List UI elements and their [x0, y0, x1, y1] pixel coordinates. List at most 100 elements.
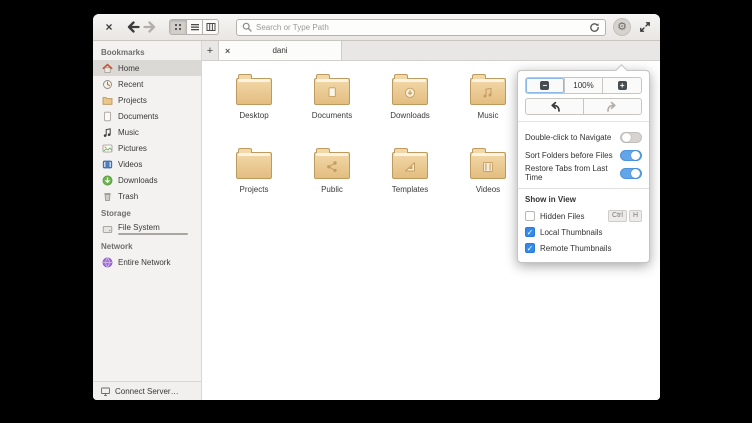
show-in-view-header: Show in View	[525, 195, 576, 204]
new-tab-button[interactable]: +	[202, 41, 218, 60]
settings-gear-button[interactable]: ⚙	[613, 18, 631, 36]
file-system-label-wrap: File System	[118, 223, 188, 235]
file-item-downloads[interactable]: Downloads	[373, 73, 447, 137]
disk-usage-bar	[118, 233, 188, 235]
check-row-local-thumbnails[interactable]: ✓ Local Thumbnails	[525, 224, 642, 240]
zoom-in-button[interactable]: +	[602, 78, 641, 93]
sidebar-item-label: Documents	[118, 111, 159, 121]
zoom-out-button[interactable]: −	[526, 78, 564, 93]
folder-icon	[236, 74, 272, 105]
window-close-button[interactable]: ×	[102, 20, 116, 34]
refresh-icon[interactable]	[589, 22, 600, 33]
restore-tabs-toggle[interactable]	[620, 167, 642, 179]
sidebar-item-projects[interactable]: Projects	[93, 92, 201, 108]
file-item-documents[interactable]: Documents	[295, 73, 369, 137]
file-label: Videos	[475, 185, 501, 194]
toggle-row-sort-folders[interactable]: Sort Folders before Files	[525, 146, 642, 164]
sort-folders-toggle[interactable]	[620, 149, 642, 161]
file-item-videos[interactable]: Videos	[451, 147, 525, 211]
home-icon	[102, 63, 113, 73]
folder-public-icon	[314, 148, 350, 179]
toggle-label: Sort Folders before Files	[525, 150, 613, 160]
file-label: Projects	[239, 185, 269, 194]
folder-downloads-icon	[392, 74, 428, 105]
list-view-button[interactable]	[186, 20, 202, 34]
sidebar-item-videos[interactable]: Videos	[93, 156, 201, 172]
sidebar-item-entire-network[interactable]: Entire Network	[93, 254, 201, 270]
sidebar-item-recent[interactable]: Recent	[93, 76, 201, 92]
fullscreen-button[interactable]	[639, 21, 651, 33]
toggle-row-double-click[interactable]: Double-click to Navigate	[525, 128, 642, 146]
local-thumbnails-checkbox[interactable]: ✓	[525, 227, 535, 237]
double-click-toggle[interactable]	[620, 131, 642, 143]
folder-videos-icon	[470, 148, 506, 179]
toolbar: × Search or Type Path ⚙	[93, 14, 660, 41]
window-body: Bookmarks Home Recent Projects Documents…	[93, 41, 660, 400]
sidebar-header-network: Network	[101, 242, 133, 251]
folder-music-icon	[470, 74, 506, 105]
check-row-hidden-files[interactable]: ✓ Hidden Files Ctrl H	[525, 208, 642, 224]
file-item-projects[interactable]: Projects	[217, 147, 291, 211]
sidebar-item-label: Recent	[118, 79, 144, 89]
file-item-public[interactable]: Public	[295, 147, 369, 211]
zoom-level[interactable]: 100%	[563, 78, 603, 93]
search-bar[interactable]	[236, 18, 606, 36]
sidebar-item-documents[interactable]: Documents	[93, 108, 201, 124]
hidden-files-checkbox[interactable]: ✓	[525, 211, 535, 221]
folder-documents-icon	[314, 74, 350, 105]
settings-popover: − 100% + Double-click to Navigate Sort F…	[517, 70, 650, 263]
tab-close-icon[interactable]: ×	[225, 46, 235, 56]
view-switcher	[169, 19, 219, 35]
file-label: Documents	[311, 111, 353, 120]
search-input[interactable]	[256, 22, 585, 32]
sidebar-item-downloads[interactable]: Downloads	[93, 172, 201, 188]
zoom-in-icon: +	[617, 81, 627, 90]
check-row-remote-thumbnails[interactable]: ✓ Remote Thumbnails	[525, 240, 642, 256]
toggle-knob	[631, 150, 640, 160]
file-label: Downloads	[390, 111, 430, 120]
gear-icon: ⚙	[617, 20, 627, 33]
check-icon: ✓	[526, 243, 534, 253]
shortcut-badges: Ctrl H	[608, 210, 642, 222]
sidebar-header-bookmarks: Bookmarks	[101, 48, 145, 57]
sidebar-item-trash[interactable]: Trash	[93, 188, 201, 204]
file-item-templates[interactable]: Templates	[373, 147, 447, 211]
file-item-desktop[interactable]: Desktop	[217, 73, 291, 137]
sidebar-item-label: Entire Network	[118, 257, 171, 267]
column-view-button[interactable]	[202, 20, 218, 34]
expand-icon	[640, 22, 650, 32]
grid-view-button[interactable]	[170, 20, 186, 34]
sidebar-item-music[interactable]: Music	[93, 124, 201, 140]
sidebar-scroll: Bookmarks Home Recent Projects Documents…	[93, 41, 201, 381]
sidebar-item-home[interactable]: Home	[93, 60, 201, 76]
sidebar-item-label: Home	[118, 63, 140, 73]
sidebar-item-label: Videos	[118, 159, 143, 169]
zoom-control: − 100% +	[525, 77, 642, 94]
back-button[interactable]	[123, 21, 141, 33]
undo-button[interactable]	[526, 99, 583, 114]
checkbox-label: Remote Thumbnails	[540, 243, 612, 253]
videos-icon	[102, 160, 113, 168]
folder-icon	[236, 148, 272, 179]
file-item-music[interactable]: Music	[451, 73, 525, 137]
tab-title: dani	[272, 46, 288, 55]
menu-separator	[518, 188, 649, 189]
shortcut-key-ctrl: Ctrl	[608, 210, 627, 222]
toggle-label: Double-click to Navigate	[525, 132, 612, 142]
downloads-icon	[102, 175, 113, 185]
toggle-row-restore-tabs[interactable]: Restore Tabs from Last Time	[525, 164, 642, 182]
back-arrow-icon	[127, 21, 140, 33]
tab-dani[interactable]: × dani	[218, 41, 342, 60]
sidebar-item-pictures[interactable]: Pictures	[93, 140, 201, 156]
forward-button[interactable]	[141, 21, 159, 33]
undo-arrow-icon	[551, 101, 560, 112]
redo-button[interactable]	[583, 99, 641, 114]
redo-arrow-icon	[607, 101, 616, 112]
folder-templates-icon	[392, 148, 428, 179]
zoom-out-icon: −	[540, 81, 550, 90]
connect-server-button[interactable]: Connect Server…	[93, 381, 201, 400]
remote-thumbnails-checkbox[interactable]: ✓	[525, 243, 535, 253]
file-label: Desktop	[239, 111, 269, 120]
pictures-icon	[102, 144, 113, 152]
sidebar-item-file-system[interactable]: File System	[93, 221, 201, 237]
